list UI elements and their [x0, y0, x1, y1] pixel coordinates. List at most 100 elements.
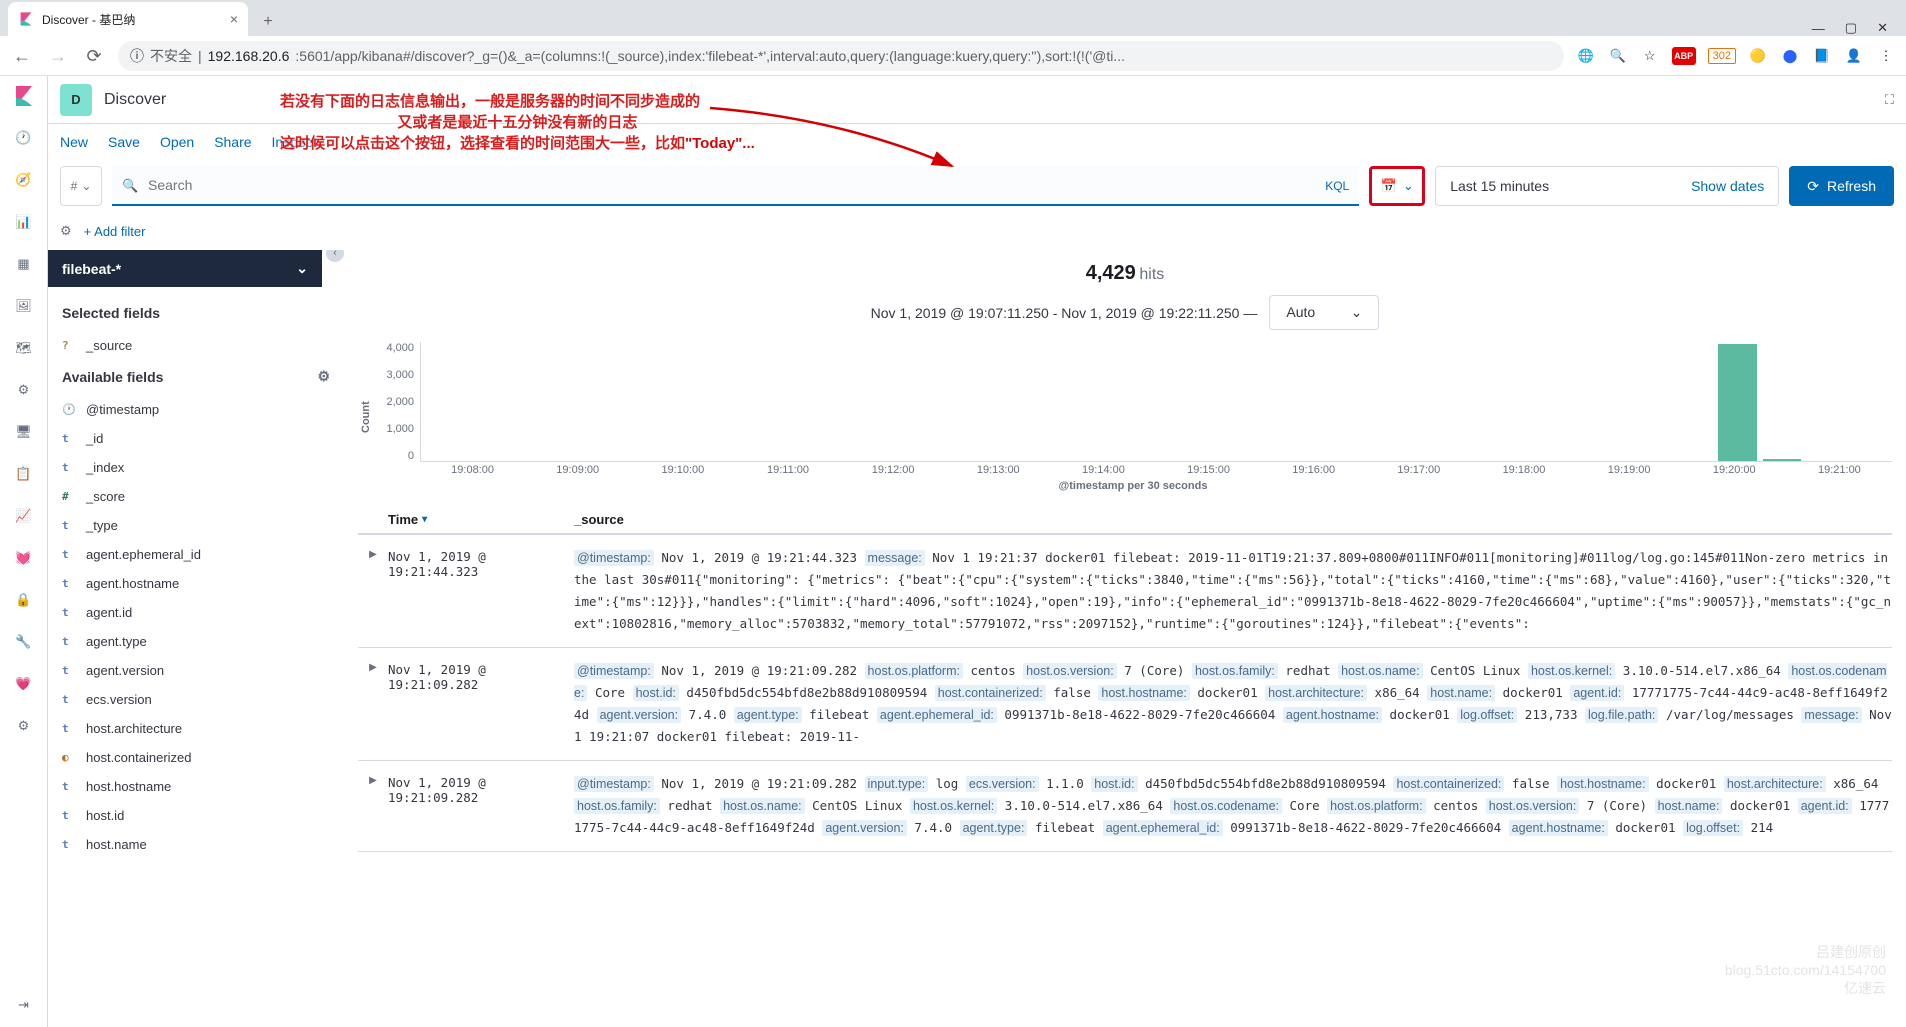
top-menu-share[interactable]: Share [214, 134, 251, 150]
expand-row-button[interactable]: ▶ [358, 547, 388, 635]
breadcrumb: Discover [104, 91, 166, 109]
kibana-logo-icon[interactable] [12, 84, 36, 108]
top-menu-inspect[interactable]: Inspect [272, 134, 317, 150]
nav-visualize-icon[interactable]: 📊 [12, 210, 36, 234]
expand-row-button[interactable]: ▶ [358, 773, 388, 839]
field-item[interactable]: thost.architecture [62, 714, 330, 743]
field-key: host.os.name: [720, 798, 805, 814]
expand-row-button[interactable]: ▶ [358, 660, 388, 748]
document-table: Time ▾ _source ▶ Nov 1, 2019 @ 19:21:44.… [358, 506, 1892, 1027]
field-item[interactable]: thost.hostname [62, 772, 330, 801]
date-picker-button[interactable]: 📅 ⌄ [1369, 166, 1425, 206]
nav-monitoring-icon[interactable]: 💗 [12, 672, 36, 696]
nav-siem-icon[interactable]: 🔒 [12, 588, 36, 612]
time-cell: Nov 1, 2019 @ 19:21:44.323 [388, 547, 574, 635]
field-item[interactable]: tagent.id [62, 598, 330, 627]
field-item[interactable]: tagent.type [62, 627, 330, 656]
index-pattern-selector[interactable]: filebeat-* ⌄ [48, 250, 322, 287]
filter-options-icon[interactable]: ⚙ [60, 223, 72, 239]
close-tab-icon[interactable]: × [230, 11, 238, 27]
collapse-sidebar-icon[interactable]: ‹ [326, 250, 344, 262]
x-tick: 19:15:00 [1156, 464, 1261, 476]
top-menu-open[interactable]: Open [160, 134, 194, 150]
time-column-header[interactable]: Time ▾ [388, 512, 574, 527]
field-filter-icon[interactable]: ⚙ [317, 368, 330, 385]
calendar-icon: 📅 [1381, 178, 1397, 194]
field-item[interactable]: ◐host.containerized [62, 743, 330, 772]
time-range-display[interactable]: Last 15 minutes Show dates [1435, 166, 1779, 206]
field-item[interactable]: thost.id [62, 801, 330, 830]
interval-select[interactable]: Auto ⌄ [1269, 295, 1379, 330]
field-type-icon: t [62, 606, 76, 619]
time-range-row: Nov 1, 2019 @ 19:07:11.250 - Nov 1, 2019… [358, 295, 1892, 330]
fullscreen-icon[interactable]: ⛶ [1885, 92, 1894, 108]
new-tab-button[interactable]: + [254, 8, 282, 36]
saved-query-button[interactable]: # ⌄ [60, 166, 102, 206]
nav-infrastructure-icon[interactable]: 🖥 [12, 420, 36, 444]
show-dates-link[interactable]: Show dates [1691, 178, 1764, 194]
translate-icon[interactable]: 🌐 [1576, 46, 1596, 66]
zoom-icon[interactable]: 🔍 [1608, 46, 1628, 66]
ext-icon-3[interactable]: 📘 [1812, 46, 1832, 66]
search-input[interactable] [112, 166, 1359, 206]
reload-button[interactable]: ⟳ [82, 44, 106, 68]
index-pattern-name: filebeat-* [62, 261, 121, 277]
field-key: agent.version: [597, 707, 682, 723]
back-button[interactable]: ← [10, 44, 34, 68]
field-key: agent.type: [734, 707, 802, 723]
field-item[interactable]: t_index [62, 453, 330, 482]
field-key: agent.ephemeral_id: [1103, 820, 1223, 836]
field-item[interactable]: t _id [62, 424, 330, 453]
field-name: _id [86, 431, 103, 446]
security-status: 不安全 [150, 46, 192, 66]
nav-canvas-icon[interactable]: 🖼 [12, 294, 36, 318]
field-item[interactable]: tagent.version [62, 656, 330, 685]
minimize-icon[interactable]: — [1812, 21, 1825, 36]
profile-icon[interactable]: 👤 [1844, 46, 1864, 66]
ext-icon-2[interactable]: ⬤ [1780, 46, 1800, 66]
nav-recently-viewed-icon[interactable]: 🕐 [12, 126, 36, 150]
top-menu-save[interactable]: Save [108, 134, 140, 150]
nav-logs-icon[interactable]: 📋 [12, 462, 36, 486]
maximize-icon[interactable]: ▢ [1845, 20, 1857, 36]
field-key: agent.hostname: [1283, 707, 1382, 723]
close-window-icon[interactable]: ✕ [1877, 20, 1888, 36]
field-item[interactable]: 🕐@timestamp [62, 395, 330, 424]
nav-uptime-icon[interactable]: 💓 [12, 546, 36, 570]
field-type-icon: t [62, 432, 76, 445]
field-name: host.name [86, 837, 147, 852]
field-type-icon: # [62, 490, 76, 503]
histogram-chart[interactable]: Count 4,0003,0002,0001,0000 19:08:0019:0… [358, 342, 1892, 492]
browser-tab[interactable]: Discover - 基巴纳 × [8, 2, 248, 36]
field-item[interactable]: t_type [62, 511, 330, 540]
field-item[interactable]: #_score [62, 482, 330, 511]
nav-ml-icon[interactable]: ⚙ [12, 378, 36, 402]
top-menu-new[interactable]: New [60, 134, 88, 150]
field-item[interactable]: thost.name [62, 830, 330, 859]
kql-toggle[interactable]: KQL [1325, 179, 1349, 193]
field-item[interactable]: tagent.hostname [62, 569, 330, 598]
menu-icon[interactable]: ⋮ [1876, 46, 1896, 66]
star-icon[interactable]: ☆ [1640, 46, 1660, 66]
field-item[interactable]: tagent.ephemeral_id [62, 540, 330, 569]
field-item[interactable]: ?_source [62, 331, 330, 360]
ext-icon-1[interactable]: 🟡 [1748, 46, 1768, 66]
x-tick: 19:16:00 [1261, 464, 1366, 476]
nav-dashboard-icon[interactable]: ▦ [12, 252, 36, 276]
field-key: host.containerized: [1393, 776, 1504, 792]
source-column-header[interactable]: _source [574, 512, 1892, 527]
url-input[interactable]: ⓘ 不安全 | 192.168.20.6:5601/app/kibana#/di… [118, 41, 1564, 71]
refresh-button[interactable]: ⟳ Refresh [1789, 166, 1894, 206]
nav-apm-icon[interactable]: 📈 [12, 504, 36, 528]
space-selector[interactable]: D [60, 84, 92, 116]
field-item[interactable]: tecs.version [62, 685, 330, 714]
nav-discover-icon[interactable]: 🧭 [12, 168, 36, 192]
nav-collapse-icon[interactable]: ⇥ [12, 993, 36, 1017]
x-tick: 19:20:00 [1682, 464, 1787, 476]
add-filter-button[interactable]: + Add filter [84, 224, 146, 239]
field-sidebar: filebeat-* ⌄ ‹ Selected fields ?_source … [48, 250, 344, 1027]
nav-dev-tools-icon[interactable]: 🔧 [12, 630, 36, 654]
nav-management-icon[interactable]: ⚙ [12, 714, 36, 738]
nav-maps-icon[interactable]: 🗺 [12, 336, 36, 360]
adblock-icon[interactable]: ABP [1672, 47, 1696, 65]
